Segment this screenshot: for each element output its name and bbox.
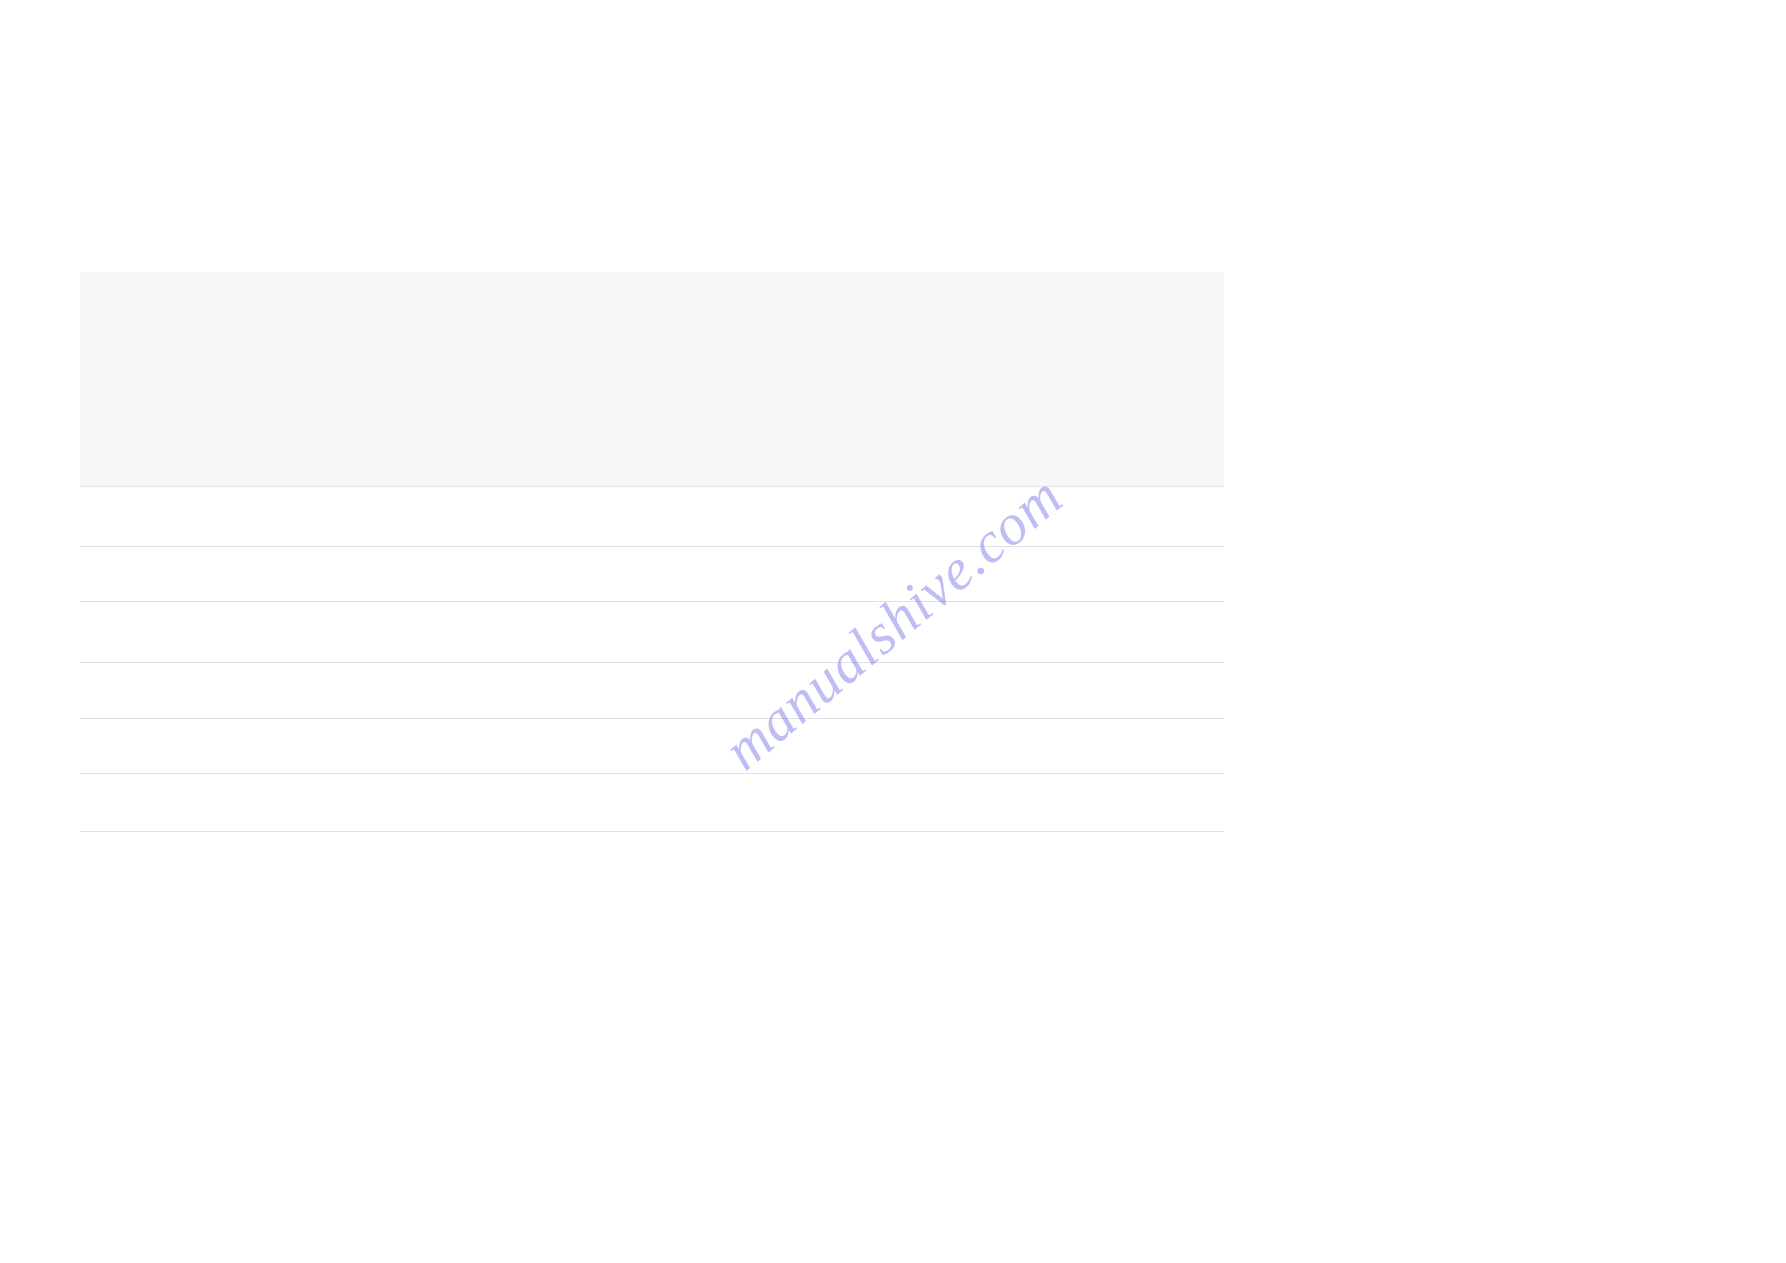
table-header-band — [80, 272, 1224, 487]
document-page: manualshive.com — [0, 0, 1786, 1263]
table-row-divider — [80, 546, 1224, 547]
watermark-text: manualshive.com — [711, 462, 1075, 783]
table-row-divider — [80, 718, 1224, 719]
table-row-divider — [80, 601, 1224, 602]
table-row-divider — [80, 773, 1224, 774]
table-row-divider — [80, 662, 1224, 663]
table-row-divider — [80, 831, 1224, 832]
